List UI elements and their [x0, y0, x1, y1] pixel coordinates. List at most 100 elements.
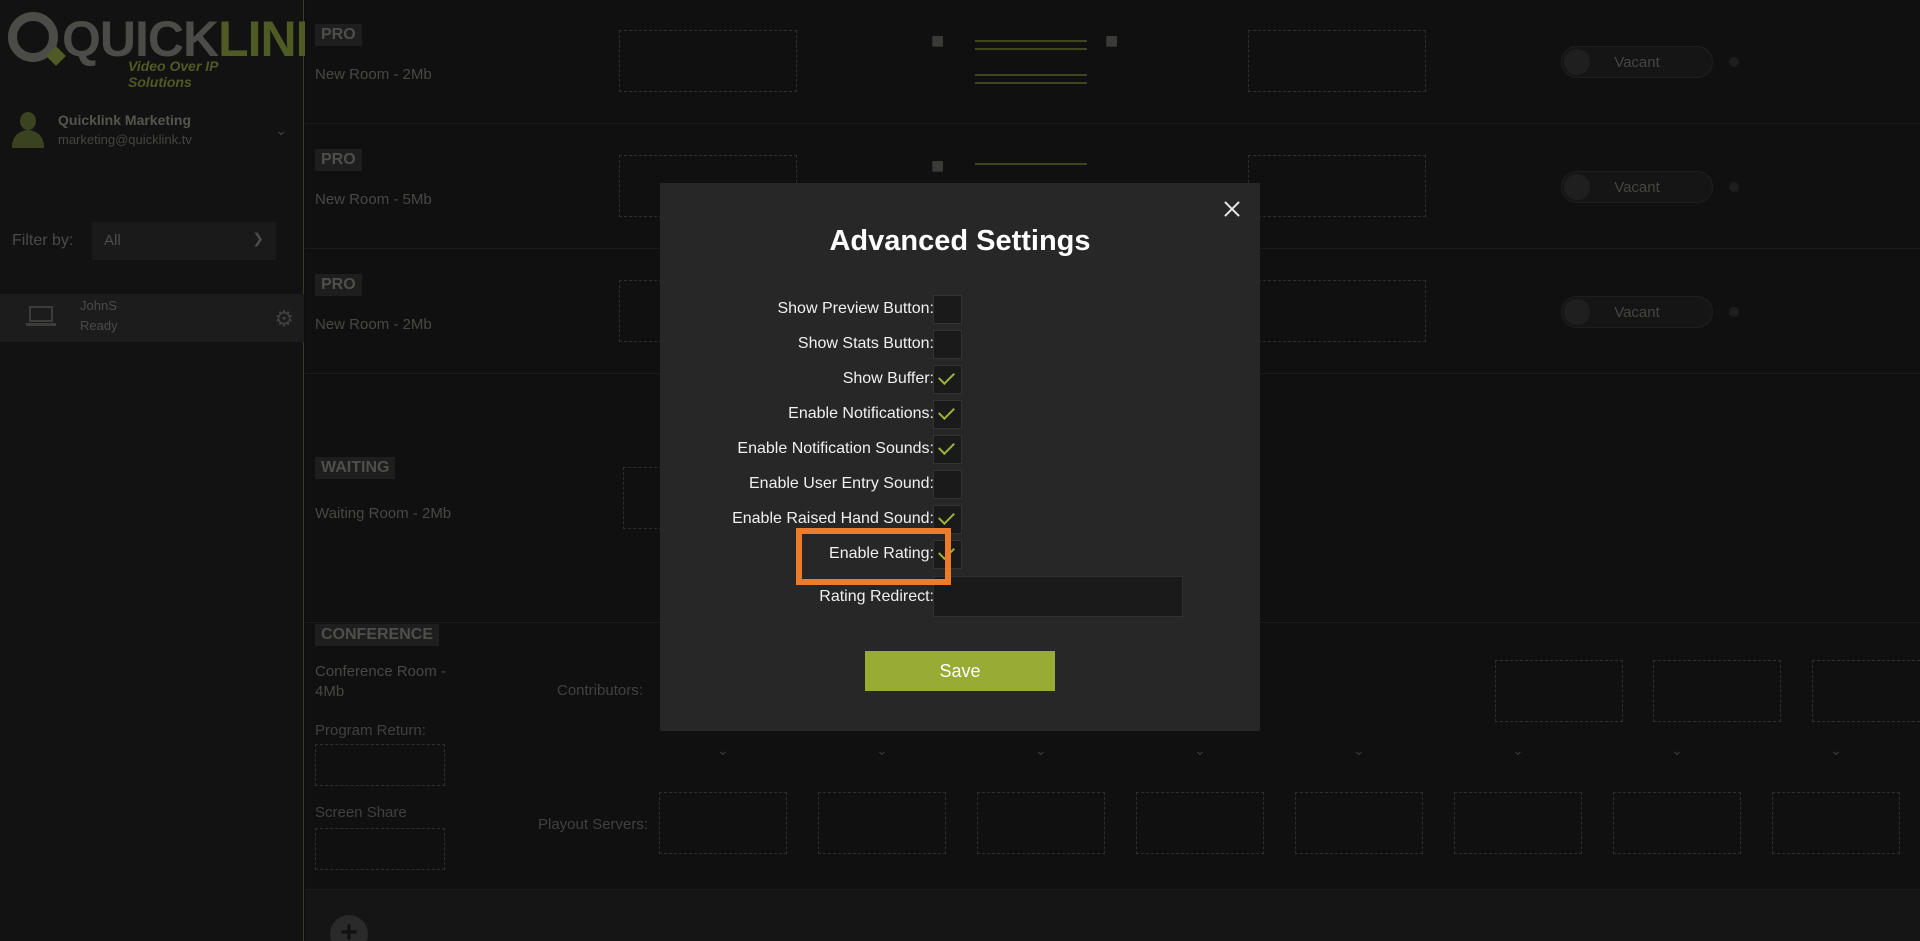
modal-title: Advanced Settings: [829, 225, 1091, 257]
show-stats-button-checkbox[interactable]: [933, 330, 962, 359]
footer-bar: [305, 890, 1920, 941]
laptop-icon: [26, 306, 56, 328]
room-name: Waiting Room - 2Mb: [315, 505, 452, 522]
filter-label: Filter by:: [12, 232, 74, 249]
filter-selected-value: All: [104, 232, 121, 249]
close-icon[interactable]: [1220, 197, 1244, 221]
quicklink-logo: QUICKLINK Video Over IP Solutions: [8, 8, 332, 90]
setting-label: Enable Raised Hand Sound:: [732, 510, 934, 527]
room-badge: PRO: [315, 274, 362, 296]
arrow-right-icon: [975, 40, 1087, 42]
video-slot[interactable]: [1248, 30, 1426, 92]
chevron-down-icon[interactable]: ⌄: [876, 742, 888, 759]
user-profile[interactable]: Quicklink Marketing marketing@quicklink.…: [10, 108, 295, 158]
arrow-left-icon: [975, 48, 1087, 50]
room-badge: WAITING: [315, 457, 396, 479]
room-name: New Room - 5Mb: [315, 191, 432, 208]
device-status: Ready: [80, 318, 118, 333]
rating-redirect-label: Rating Redirect:: [819, 588, 934, 605]
setting-label: Enable Notifications:: [788, 405, 934, 422]
room-name: New Room - 2Mb: [315, 316, 432, 333]
sidebar: QUICKLINK Video Over IP Solutions Quickl…: [0, 0, 332, 941]
chevron-down-icon[interactable]: ⌄: [1830, 742, 1842, 759]
setting-enable-rating: Enable Rating:: [660, 540, 1260, 570]
user-avatar-icon: [10, 112, 46, 152]
setting-show-buffer: Show Buffer:: [660, 365, 1260, 395]
status-toggle[interactable]: Vacant: [1561, 296, 1713, 328]
save-button[interactable]: Save: [865, 651, 1055, 691]
chevron-down-icon[interactable]: ⌄: [1512, 742, 1524, 759]
camera-icon: ■: [931, 153, 945, 178]
arrow-left-icon: [975, 82, 1087, 84]
rating-redirect-input[interactable]: [933, 576, 1183, 617]
playout-slot[interactable]: [1454, 792, 1582, 854]
playout-slot[interactable]: [1772, 792, 1900, 854]
device-item[interactable]: JohnS Ready ⚙: [0, 294, 304, 342]
status-dot: [1729, 307, 1739, 317]
advanced-settings-modal: Advanced Settings Show Preview Button: S…: [660, 183, 1260, 731]
chevron-down-icon[interactable]: ⌄: [1194, 742, 1206, 759]
setting-label: Enable Notification Sounds:: [737, 440, 934, 457]
setting-show-stats-button: Show Stats Button:: [660, 330, 1260, 360]
status-dot: [1729, 182, 1739, 192]
contributors-label: Contributors:: [557, 682, 643, 699]
setting-show-preview-button: Show Preview Button:: [660, 295, 1260, 325]
playout-slot[interactable]: [1136, 792, 1264, 854]
room-badge: CONFERENCE: [315, 624, 440, 646]
checkmark-icon: [938, 438, 955, 455]
arrow-right-icon: [975, 74, 1087, 76]
status-toggle[interactable]: Vacant: [1561, 46, 1713, 78]
enable-notification-sounds-checkbox[interactable]: [933, 435, 962, 464]
checkmark-icon: [938, 368, 955, 385]
camera-icon: ■: [931, 28, 945, 53]
show-preview-button-checkbox[interactable]: [933, 295, 962, 324]
setting-label: Enable User Entry Sound:: [749, 475, 934, 492]
video-slot[interactable]: [619, 30, 797, 92]
video-slot[interactable]: [1248, 280, 1426, 342]
room-badge: PRO: [315, 24, 362, 46]
setting-enable-notification-sounds: Enable Notification Sounds:: [660, 435, 1260, 465]
arrow-right-icon: [975, 163, 1087, 165]
filter-select[interactable]: All ❯: [92, 222, 276, 260]
playout-slot[interactable]: [1613, 792, 1741, 854]
status-toggle[interactable]: Vacant: [1561, 171, 1713, 203]
highlight-box: [796, 528, 951, 585]
chevron-down-icon[interactable]: ⌄: [1353, 742, 1365, 759]
screen-share-label: Screen Share: [315, 804, 407, 821]
room-badge: PRO: [315, 149, 362, 171]
chevron-down-icon[interactable]: ⌄: [1035, 742, 1047, 759]
video-slot[interactable]: [1248, 155, 1426, 217]
status-dot: [1729, 57, 1739, 67]
gear-icon[interactable]: ⚙: [274, 306, 294, 332]
room-row: PRO New Room - 2Mb ■ ■ Vacant: [305, 0, 1920, 124]
screen-share-slot[interactable]: [315, 828, 445, 870]
user-name: Quicklink Marketing: [58, 112, 192, 128]
user-email: marketing@quicklink.tv: [58, 132, 192, 147]
setting-label: Show Preview Button:: [777, 300, 934, 317]
chevron-down-icon[interactable]: ⌄: [717, 742, 729, 759]
chevron-down-icon: ❯: [252, 230, 264, 246]
playout-servers-label: Playout Servers:: [538, 816, 649, 833]
chevron-down-icon[interactable]: ⌄: [1671, 742, 1683, 759]
logo-tagline: Video Over IP Solutions: [128, 58, 218, 90]
show-buffer-checkbox[interactable]: [933, 365, 962, 394]
playout-slot[interactable]: [977, 792, 1105, 854]
setting-enable-user-entry-sound: Enable User Entry Sound:: [660, 470, 1260, 500]
room-name: New Room - 2Mb: [315, 66, 432, 83]
contributor-slot[interactable]: [1495, 660, 1623, 722]
chevron-down-icon[interactable]: ⌄: [275, 122, 287, 139]
setting-enable-notifications: Enable Notifications:: [660, 400, 1260, 430]
contributor-slot[interactable]: [1812, 660, 1920, 722]
setting-label: Show Stats Button:: [797, 335, 934, 352]
enable-notifications-checkbox[interactable]: [933, 400, 962, 429]
contributor-slot[interactable]: [1653, 660, 1781, 722]
playout-slot[interactable]: [659, 792, 787, 854]
checkmark-icon: [938, 403, 955, 420]
program-return-label: Program Return:: [315, 722, 426, 739]
program-return-slot[interactable]: [315, 744, 445, 786]
setting-enable-raised-hand-sound: Enable Raised Hand Sound:: [660, 505, 1260, 535]
playout-slot[interactable]: [818, 792, 946, 854]
room-name: Conference Room - 4Mb: [315, 663, 446, 700]
playout-slot[interactable]: [1295, 792, 1423, 854]
enable-user-entry-sound-checkbox[interactable]: [933, 470, 962, 499]
